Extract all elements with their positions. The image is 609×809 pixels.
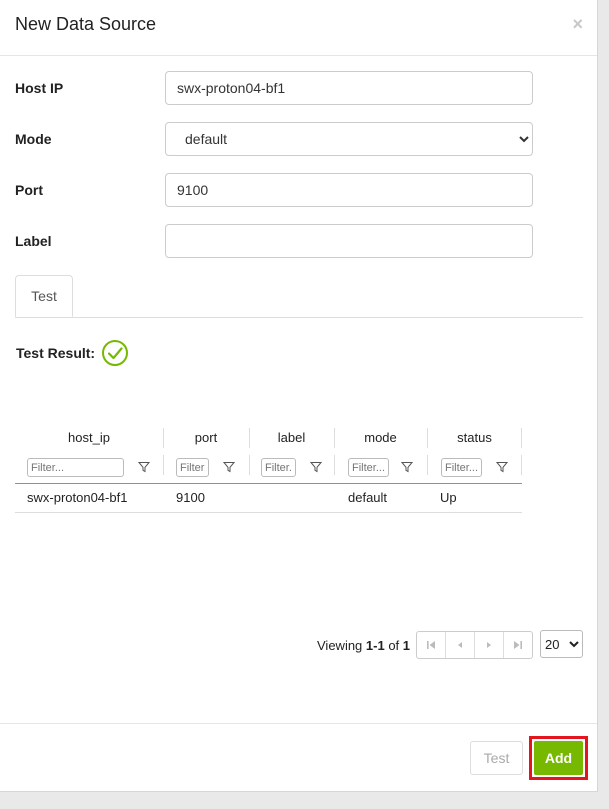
label-input[interactable] [165,224,533,258]
column-divider[interactable] [249,428,250,448]
tab-test[interactable]: Test [15,275,73,317]
viewing-total: 1 [402,637,411,653]
filter-funnel-icon[interactable] [496,461,508,473]
column-divider[interactable] [427,428,428,448]
tab-bar: Test [15,275,583,318]
column-divider [163,455,164,475]
column-divider [334,455,335,475]
mode-label: Mode [15,131,52,147]
label-row: Label [15,224,533,258]
filter-input-label[interactable] [261,458,296,477]
add-button-highlight: Add [529,736,588,780]
page-size-select[interactable]: 20 [540,630,583,658]
viewing-text: Viewing 1-1 of 1 [317,638,410,653]
new-data-source-dialog: New Data Source × Host IP Mode default P… [0,0,598,792]
mode-select[interactable]: default [165,122,533,156]
dialog-header: New Data Source × [0,0,597,56]
port-input[interactable] [165,173,533,207]
filter-input-host-ip[interactable] [27,458,124,477]
viewing-prefix: Viewing [317,637,366,653]
column-divider[interactable] [521,428,522,448]
filter-funnel-icon[interactable] [223,461,235,473]
column-divider[interactable] [334,428,335,448]
column-header-mode[interactable]: mode [334,426,427,451]
pager-buttons [416,631,534,659]
filter-input-port[interactable] [176,458,209,477]
column-divider [427,455,428,475]
test-result: Test Result: [16,340,129,366]
data-source-grid: host_ip port label mode status Filter...… [15,426,522,513]
test-button[interactable]: Test [470,741,523,775]
host-ip-row: Host IP [15,71,533,105]
add-button[interactable]: Add [534,741,583,775]
filter-input-status[interactable] [441,458,482,477]
filter-funnel-icon[interactable] [310,461,322,473]
host-ip-input[interactable] [165,71,533,105]
dialog-title: New Data Source [15,14,157,34]
filter-input-mode[interactable] [348,458,389,477]
cell-status: Up [440,490,457,505]
grid-filter-row [15,451,522,484]
column-divider [521,455,522,475]
column-header-status[interactable]: status [427,426,522,451]
column-header-port[interactable]: port [163,426,249,451]
table-row[interactable]: swx-proton04-bf1 9100 default Up [15,484,522,513]
dialog-footer: Test Add [0,723,597,792]
prev-page-icon[interactable] [446,632,476,658]
cell-mode: default [348,490,388,505]
column-header-host-ip[interactable]: host_ip [15,426,163,451]
filter-funnel-icon[interactable] [138,461,150,473]
test-result-label: Test Result: [16,345,96,361]
mode-row: Mode default [15,122,533,156]
cell-port: 9100 [176,490,205,505]
cell-host-ip: swx-proton04-bf1 [27,490,128,505]
first-page-icon[interactable] [417,632,447,658]
pager: Viewing 1-1 of 1 [317,630,534,660]
port-label: Port [15,182,43,198]
check-circle-icon [101,339,129,367]
next-page-icon[interactable] [475,632,505,658]
viewing-of: of [384,637,403,653]
port-row: Port [15,173,533,207]
host-ip-label: Host IP [15,80,64,96]
column-header-label[interactable]: label [249,426,334,451]
column-divider [249,455,250,475]
viewing-range: 1-1 [365,637,385,653]
close-icon[interactable]: × [572,14,583,35]
label-field-label: Label [15,233,52,249]
column-divider[interactable] [163,428,164,448]
grid-header: host_ip port label mode status [15,426,522,451]
filter-funnel-icon[interactable] [401,461,413,473]
last-page-icon[interactable] [504,632,532,658]
